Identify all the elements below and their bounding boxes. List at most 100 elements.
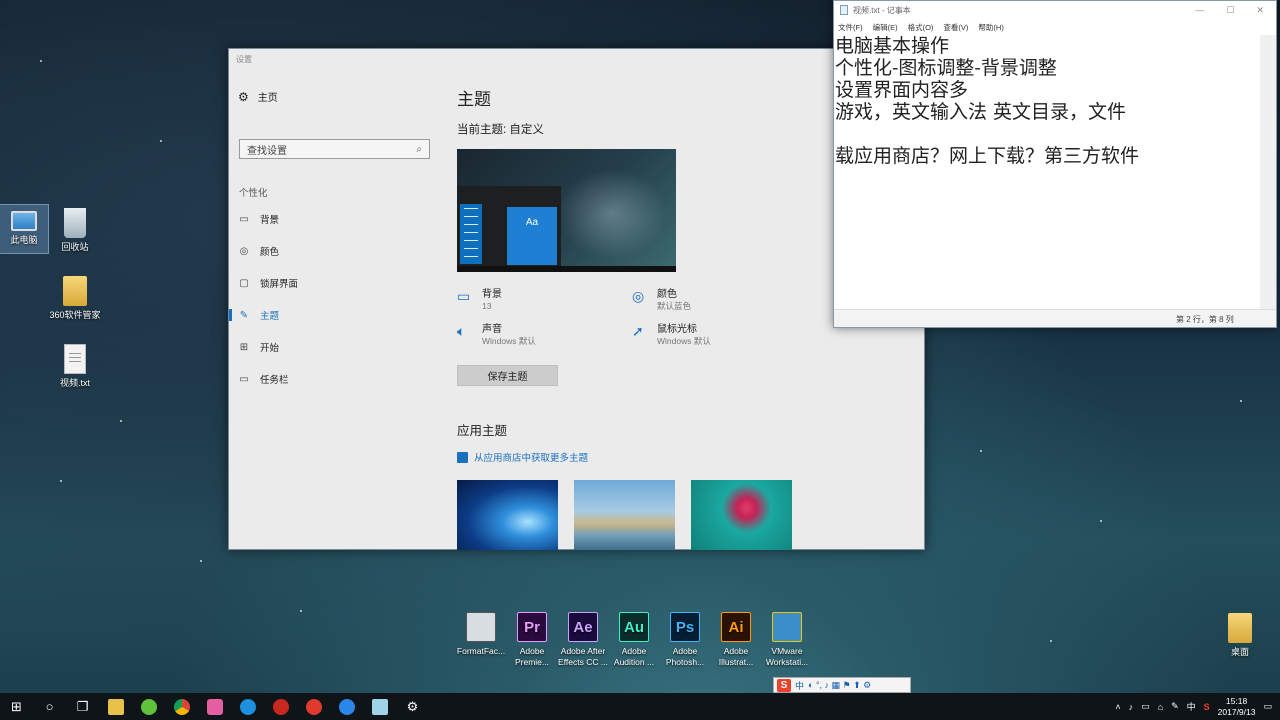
app-icon: [239, 698, 256, 715]
notepad-text-area[interactable]: 电脑基本操作 个性化-图标调整-背景调整 设置界面内容多 游戏，英文输入法 英文目录，…: [834, 35, 1260, 309]
system-tray: ˄ ♪ ▭ ⌂ ✎ 中 S 15:18 2017/9/13 ▭: [1115, 693, 1280, 720]
app-logo-icon: Ps: [670, 612, 700, 642]
sidebar-item-taskbar[interactable]: ▭ 任务栏: [238, 372, 288, 387]
battery-icon[interactable]: ▭: [1141, 701, 1150, 712]
pen-icon[interactable]: ✎: [1171, 701, 1179, 712]
app-label: FormatFac...: [456, 646, 506, 656]
taskbar-app-360[interactable]: [132, 693, 165, 720]
palette-icon: ◎: [239, 245, 249, 257]
taskbar-app-red[interactable]: [264, 693, 297, 720]
music-icon: [305, 698, 322, 715]
taskbar-file-explorer[interactable]: [99, 693, 132, 720]
app-label: Effects CC ...: [558, 657, 608, 667]
ime-tools[interactable]: ◐ °, ♪ ▦ ⚑ ⬆ ⚙: [808, 680, 871, 691]
background-setting[interactable]: ▭ 背景 13: [457, 288, 502, 312]
cursor-setting[interactable]: ➚ 鼠标光标 Windows 默认: [632, 323, 711, 347]
taskbar: ⊞ ○ ❐ ⚙ ˄ ♪ ▭ ⌂ ✎ 中 S 15:18 2017/9/13 ▭: [0, 693, 1280, 720]
app-icon: [140, 698, 157, 715]
desktop-icon-recycle-bin[interactable]: 回收站: [45, 208, 105, 253]
save-theme-button[interactable]: 保存主题: [457, 365, 558, 386]
app-label: Adobe: [621, 646, 647, 656]
notepad-menubar: 文件(F) 编辑(E) 格式(O) 查看(V) 帮助(H): [834, 19, 1276, 35]
menu-edit[interactable]: 编辑(E): [873, 22, 898, 33]
task-view-button[interactable]: ❐: [66, 693, 99, 720]
text-line: [835, 123, 1260, 145]
window-title: 设置: [236, 54, 252, 64]
search-input[interactable]: 查找设置 ⌕: [239, 139, 430, 159]
speaker-icon: 🔈︎: [457, 323, 466, 339]
vertical-scrollbar[interactable]: [1260, 35, 1276, 309]
app-logo-icon: Pr: [517, 612, 547, 642]
lock-screen-icon: ▢: [239, 277, 249, 289]
chevron-up-icon[interactable]: ˄: [1115, 702, 1120, 712]
theme-thumbnail-beach[interactable]: [574, 480, 675, 550]
settings-window[interactable]: 设置 — ☐ ✕ ⚙ 主页 查找设置 ⌕ 个性化 ▭ 背景 ◎ 颜色 ▢ 锁屏界…: [228, 48, 925, 550]
desktop-app-icon[interactable]: Ai Adobe Illustrat...: [710, 612, 762, 668]
taskbar-kugou[interactable]: [330, 693, 363, 720]
theme-thumbnail-flower[interactable]: [691, 480, 792, 550]
theme-thumbnail-windows[interactable]: [457, 480, 558, 550]
sidebar-item-lock-screen[interactable]: ▢ 锁屏界面: [238, 276, 298, 291]
menu-file[interactable]: 文件(F): [838, 22, 863, 33]
desktop-app-icon[interactable]: Ae Adobe After Effects CC ...: [557, 612, 609, 668]
picture-icon: ▭: [457, 288, 471, 304]
notepad-window[interactable]: 视频.txt - 记事本 — ☐ ✕ 文件(F) 编辑(E) 格式(O) 查看(…: [833, 0, 1277, 328]
taskbar-icon: ▭: [239, 373, 249, 385]
volume-icon[interactable]: ♪: [1129, 702, 1134, 712]
cursor-icon: ➚: [632, 323, 644, 339]
desktop-icon-360[interactable]: 360软件管家: [45, 276, 105, 321]
home-link[interactable]: ⚙ 主页: [238, 89, 278, 105]
desktop-icon-desktop-folder[interactable]: 桌面: [1210, 613, 1270, 658]
taskbar-chrome[interactable]: [165, 693, 198, 720]
menu-help[interactable]: 帮助(H): [978, 22, 1003, 33]
maximize-icon[interactable]: ☐: [1226, 5, 1234, 16]
taskbar-netease-music[interactable]: [297, 693, 330, 720]
gear-icon: ⚙: [406, 698, 419, 714]
folder-icon: [63, 276, 87, 306]
close-icon[interactable]: ✕: [1256, 5, 1264, 16]
start-button[interactable]: ⊞: [0, 693, 33, 720]
this-pc-icon: [11, 211, 37, 231]
notification-icon[interactable]: ▭: [1263, 701, 1272, 712]
store-link[interactable]: 从应用商店中获取更多主题: [457, 450, 588, 464]
sidebar-item-colors[interactable]: ◎ 颜色: [238, 244, 279, 259]
desktop-app-icon[interactable]: Ps Adobe Photosh...: [659, 612, 711, 668]
taskbar-app-pink[interactable]: [198, 693, 231, 720]
sound-setting[interactable]: 🔈︎ 声音 Windows 默认: [457, 323, 536, 347]
app-label: Adobe: [672, 646, 698, 656]
desktop-app-icon[interactable]: FormatFac...: [455, 612, 507, 657]
sidebar-item-background[interactable]: ▭ 背景: [238, 212, 279, 227]
ime-mode[interactable]: 中: [795, 679, 804, 692]
ime-toolbar[interactable]: S 中 ◐ °, ♪ ▦ ⚑ ⬆ ⚙: [773, 677, 911, 693]
notepad-icon: [371, 698, 388, 715]
minimize-icon[interactable]: —: [1195, 5, 1204, 16]
text-line: 设置界面内容多: [835, 79, 969, 101]
network-icon[interactable]: ⌂: [1158, 702, 1163, 712]
input-language[interactable]: 中: [1187, 700, 1196, 713]
app-icon: [272, 698, 289, 715]
clock[interactable]: 15:18 2017/9/13: [1218, 696, 1256, 718]
text-line: 电脑基本操作: [835, 35, 950, 57]
app-label: Adobe: [723, 646, 749, 656]
text-line: 载应用商店？网上下载？第三方软件: [835, 145, 1140, 167]
desktop-app-icon[interactable]: VMware Workstati...: [761, 612, 813, 668]
desktop-app-icon[interactable]: Au Adobe Audition ...: [608, 612, 660, 668]
app-logo-icon: [772, 612, 802, 642]
taskbar-settings[interactable]: ⚙: [396, 693, 429, 720]
desktop-icon-video-txt[interactable]: 视频.txt: [45, 344, 105, 389]
desktop-icon-this-pc[interactable]: 此电脑: [0, 204, 49, 254]
color-setting[interactable]: ◎ 颜色 默认蓝色: [632, 288, 691, 312]
sidebar-item-themes[interactable]: ✎ 主题: [238, 308, 279, 323]
text-file-icon: [64, 344, 86, 374]
taskbar-app-blue[interactable]: [231, 693, 264, 720]
theme-icon: ✎: [239, 309, 249, 321]
search-button[interactable]: ○: [33, 693, 66, 720]
sidebar-item-start[interactable]: ⊞ 开始: [238, 340, 279, 355]
menu-format[interactable]: 格式(O): [908, 22, 934, 33]
taskbar-notepad[interactable]: [363, 693, 396, 720]
app-label: Illustrat...: [718, 657, 754, 667]
desktop-app-icon[interactable]: Pr Adobe Premie...: [506, 612, 558, 668]
settings-titlebar[interactable]: 设置: [229, 49, 924, 69]
sogou-tray-icon[interactable]: S: [1204, 702, 1210, 712]
menu-view[interactable]: 查看(V): [943, 22, 968, 33]
